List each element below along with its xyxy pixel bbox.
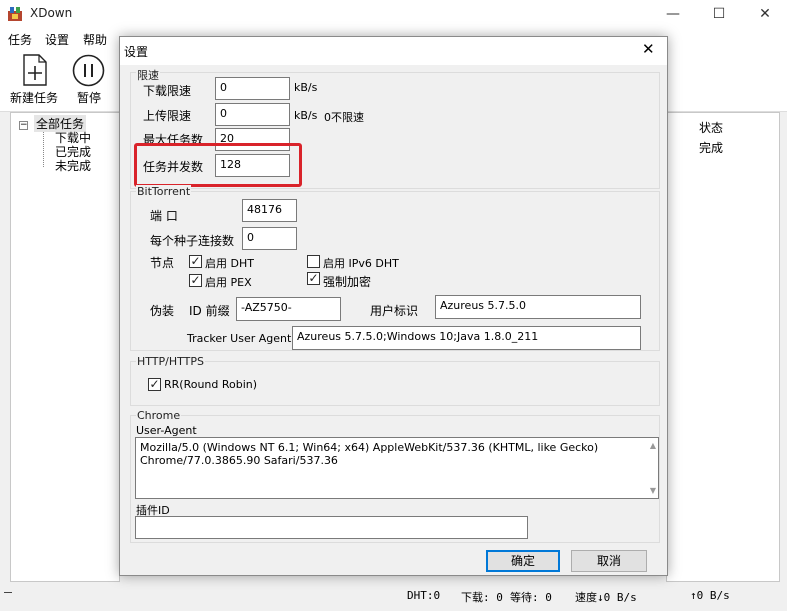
tracker-ua-label: Tracker User Agent — [187, 332, 292, 345]
waiting-count: 等待: 0 — [510, 591, 552, 604]
no-limit-hint: 0不限速 — [324, 111, 364, 124]
id-prefix-label: ID 前缀 — [189, 304, 230, 318]
cancel-button[interactable]: 取消 — [571, 550, 647, 572]
user-agent-line-1: Mozilla/5.0 (Windows NT 6.1; Win64; x64)… — [140, 441, 599, 454]
pause-button[interactable]: 暂停 — [62, 52, 116, 105]
rate-limit-group-label: 限速 — [136, 67, 160, 83]
statusbar-divider — [4, 592, 12, 593]
dialog-title: 设置 — [124, 45, 149, 59]
highlight-annotation — [134, 143, 302, 187]
upload-limit-label: 上传限速 — [143, 109, 192, 123]
download-limit-label: 下载限速 — [143, 84, 192, 98]
download-speed: 速度↓0 B/s — [575, 591, 637, 604]
bittorrent-group-label: BitTorrent — [136, 185, 192, 198]
scroll-down-icon[interactable]: ▼ — [650, 486, 656, 495]
chrome-group-label: Chrome — [136, 409, 182, 422]
force-encrypt-checkbox[interactable]: ✓ — [307, 272, 320, 285]
round-robin-checkbox[interactable]: ✓ — [148, 378, 161, 391]
force-encrypt-checkbox-label: 强制加密 — [323, 275, 372, 289]
new-file-icon — [23, 54, 47, 86]
menu-settings[interactable]: 设置 — [45, 31, 69, 48]
tracker-ua-input[interactable]: Azureus 5.7.5.0;Windows 10;Java 1.8.0_21… — [292, 326, 641, 350]
user-id-input[interactable]: Azureus 5.7.5.0 — [435, 295, 641, 319]
upload-limit-input[interactable]: 0 — [215, 103, 290, 126]
dialog-close-button[interactable]: ✕ — [642, 40, 655, 58]
pause-label: 暂停 — [76, 91, 101, 105]
pex-checkbox-label: 启用 PEX — [205, 276, 252, 289]
app-title: XDown — [30, 6, 73, 20]
ipv6-dht-checkbox[interactable] — [307, 255, 320, 268]
tree-item-unfinished[interactable]: 未完成 — [55, 157, 91, 174]
download-count: 下载: 0 — [461, 591, 503, 604]
new-task-button[interactable]: 新建任务 — [7, 52, 61, 105]
user-agent-line-2: Chrome/77.0.3865.90 Safari/537.36 — [140, 454, 338, 467]
statusbar — [0, 582, 787, 611]
node-label: 节点 — [150, 256, 175, 270]
connections-input[interactable]: 0 — [242, 227, 297, 250]
collapse-toggle-icon[interactable]: − — [19, 121, 28, 130]
round-robin-checkbox-label: RR(Round Robin) — [164, 378, 258, 391]
task-list: 状态 完成 — [666, 112, 780, 582]
xdown-logo-icon — [8, 7, 22, 21]
disguise-label: 伪装 — [150, 304, 175, 318]
task-tree: − 全部任务 下载中 已完成 未完成 — [10, 112, 120, 582]
minimize-button[interactable]: — — [650, 0, 696, 28]
menu-task[interactable]: 任务 — [8, 31, 32, 48]
settings-dialog: 设置 ✕ 限速 下载限速 0 kB/s 上传限速 0 kB/s 0不限速 最大任… — [119, 36, 668, 576]
new-task-label: 新建任务 — [9, 91, 58, 105]
download-limit-unit: kB/s — [294, 81, 318, 94]
connections-label: 每个种子连接数 — [150, 234, 235, 248]
maximize-button[interactable]: ☐ — [696, 0, 742, 28]
user-agent-label: User-Agent — [136, 424, 197, 437]
status-column-header[interactable]: 状态 — [699, 119, 723, 136]
menu-help[interactable]: 帮助 — [83, 31, 107, 48]
tree-connector — [43, 131, 44, 167]
user-id-label: 用户标识 — [370, 304, 419, 318]
dht-checkbox[interactable]: ✓ — [189, 255, 202, 268]
dht-count: DHT:0 — [407, 589, 441, 602]
id-prefix-input[interactable]: -AZ5750- — [236, 297, 341, 321]
upload-speed: ↑0 B/s — [690, 589, 730, 602]
upload-limit-unit: kB/s — [294, 109, 318, 122]
scroll-up-icon[interactable]: ▲ — [650, 441, 656, 450]
pause-icon — [72, 54, 105, 87]
dht-checkbox-label: 启用 DHT — [205, 257, 254, 270]
main-close-button[interactable]: ✕ — [742, 0, 787, 28]
ipv6-dht-checkbox-label: 启用 IPv6 DHT — [323, 257, 399, 270]
status-cell: 完成 — [699, 141, 724, 155]
download-limit-input[interactable]: 0 — [215, 77, 290, 100]
plugin-id-input[interactable] — [135, 516, 528, 539]
ok-button[interactable]: 确定 — [486, 550, 560, 572]
pex-checkbox[interactable]: ✓ — [189, 274, 202, 287]
http-group-label: HTTP/HTTPS — [136, 355, 205, 368]
dialog-titlebar — [120, 37, 667, 65]
port-input[interactable]: 48176 — [242, 199, 297, 222]
port-label: 端 口 — [150, 209, 178, 223]
user-agent-textarea[interactable]: Mozilla/5.0 (Windows NT 6.1; Win64; x64)… — [135, 437, 659, 499]
